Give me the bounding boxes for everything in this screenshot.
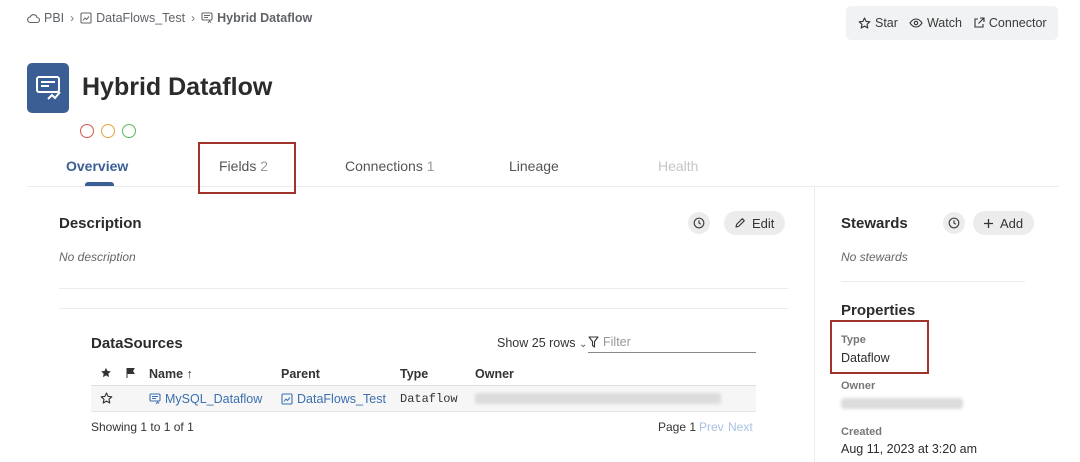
filter-input[interactable]: Filter — [588, 331, 756, 353]
star-column-icon — [100, 367, 112, 382]
highlight-box-type — [830, 320, 929, 374]
row-name-text: MySQL_Dataflow — [165, 392, 263, 406]
filter-icon — [588, 336, 599, 348]
row-owner-redacted — [475, 393, 721, 404]
eye-icon — [909, 18, 923, 28]
flag-column-icon — [125, 367, 137, 382]
asset-actions: Star Watch Connector — [846, 6, 1058, 40]
star-outline-icon — [858, 16, 871, 29]
add-label: Add — [1000, 215, 1024, 231]
row-parent-text: DataFlows_Test — [297, 392, 386, 406]
watch-button[interactable]: Watch — [909, 16, 962, 30]
quality-indicator-yellow — [101, 124, 115, 138]
tab-divider — [27, 186, 1059, 187]
table-row-divider — [91, 411, 756, 412]
description-empty-text: No description — [59, 250, 136, 264]
plus-icon — [984, 218, 993, 228]
column-header-parent[interactable]: Parent — [281, 367, 320, 381]
external-link-icon — [974, 17, 985, 28]
chevron-right-icon: › — [191, 11, 196, 25]
page-title: Hybrid Dataflow — [82, 73, 273, 101]
property-owner-label: Owner — [841, 380, 876, 392]
watch-label: Watch — [926, 16, 962, 30]
dataflow-folder-icon — [281, 393, 293, 405]
row-parent-link[interactable]: DataFlows_Test — [281, 392, 386, 406]
stewards-history-button[interactable] — [943, 212, 965, 234]
row-type: Dataflow — [400, 392, 458, 406]
highlight-box-fields — [198, 142, 296, 194]
tab-connections[interactable]: Connections 1 — [345, 158, 435, 174]
dataflow-logo-icon — [27, 63, 69, 113]
description-heading: Description — [59, 215, 142, 232]
rows-per-page-select[interactable]: Show 25 rows ⌄ — [497, 336, 587, 350]
tab-connections-count: 1 — [426, 158, 435, 174]
column-header-type[interactable]: Type — [400, 367, 428, 381]
filter-placeholder: Filter — [603, 335, 631, 349]
property-created-label: Created — [841, 426, 882, 438]
chevron-down-icon: ⌄ — [579, 339, 588, 350]
connector-button[interactable]: Connector — [973, 16, 1047, 30]
quality-indicator-red — [80, 124, 94, 138]
table-summary: Showing 1 to 1 of 1 — [91, 420, 194, 434]
connector-label: Connector — [988, 16, 1047, 30]
breadcrumb-item-dataflows-test[interactable]: DataFlows_Test — [96, 11, 185, 25]
tab-lineage-label: Lineage — [509, 158, 559, 174]
star-label: Star — [875, 16, 898, 30]
breadcrumb-item-current: Hybrid Dataflow — [217, 11, 313, 25]
star-button[interactable]: Star — [858, 16, 898, 30]
cloud-icon — [27, 13, 40, 24]
breadcrumb-item-pbi[interactable]: PBI — [44, 11, 64, 25]
tab-overview-label: Overview — [66, 158, 129, 174]
properties-heading: Properties — [841, 302, 916, 319]
add-steward-button[interactable]: Add — [973, 211, 1035, 235]
breadcrumb: PBI › DataFlows_Test › Hybrid Dataflow — [27, 10, 312, 26]
description-history-button[interactable] — [688, 212, 710, 234]
quality-indicator-green — [122, 124, 136, 138]
property-owner-redacted — [841, 398, 963, 409]
datasources-heading: DataSources — [91, 335, 183, 352]
column-header-name[interactable]: Name ↑ — [149, 367, 193, 381]
sidebar-divider — [814, 187, 815, 462]
sort-ascending-icon: ↑ — [186, 367, 193, 381]
edit-description-button[interactable]: Edit — [724, 211, 786, 235]
page-indicator: Page 1 — [658, 420, 697, 434]
tab-health: Health — [658, 158, 698, 174]
property-created-value: Aug 11, 2023 at 3:20 am — [841, 442, 977, 456]
column-header-owner[interactable]: Owner — [475, 367, 514, 381]
pencil-icon — [735, 218, 745, 228]
tab-lineage[interactable]: Lineage — [509, 158, 559, 174]
tab-overview[interactable]: Overview — [66, 158, 128, 174]
stewards-heading: Stewards — [841, 215, 908, 232]
prev-page-button[interactable]: Prev — [699, 420, 724, 434]
dataflow-icon — [149, 393, 161, 405]
dataflow-icon — [201, 12, 213, 24]
section-divider — [59, 288, 788, 289]
section-divider — [59, 308, 788, 309]
stewards-empty-text: No stewards — [841, 250, 908, 264]
tab-health-label: Health — [658, 158, 699, 174]
rows-per-page-label: Show 25 rows — [497, 336, 576, 350]
tab-connections-label: Connections — [345, 158, 423, 174]
row-star-button[interactable] — [100, 392, 113, 405]
column-header-name-label: Name — [149, 367, 184, 381]
clock-icon — [693, 217, 705, 229]
chevron-right-icon: › — [70, 11, 75, 25]
star-outline-icon — [100, 392, 113, 404]
edit-label: Edit — [752, 215, 775, 231]
clock-icon — [948, 217, 960, 229]
next-page-button[interactable]: Next — [728, 420, 753, 434]
section-divider — [841, 281, 1025, 282]
dataflow-folder-icon — [80, 12, 92, 24]
row-name-link[interactable]: MySQL_Dataflow — [149, 392, 262, 406]
